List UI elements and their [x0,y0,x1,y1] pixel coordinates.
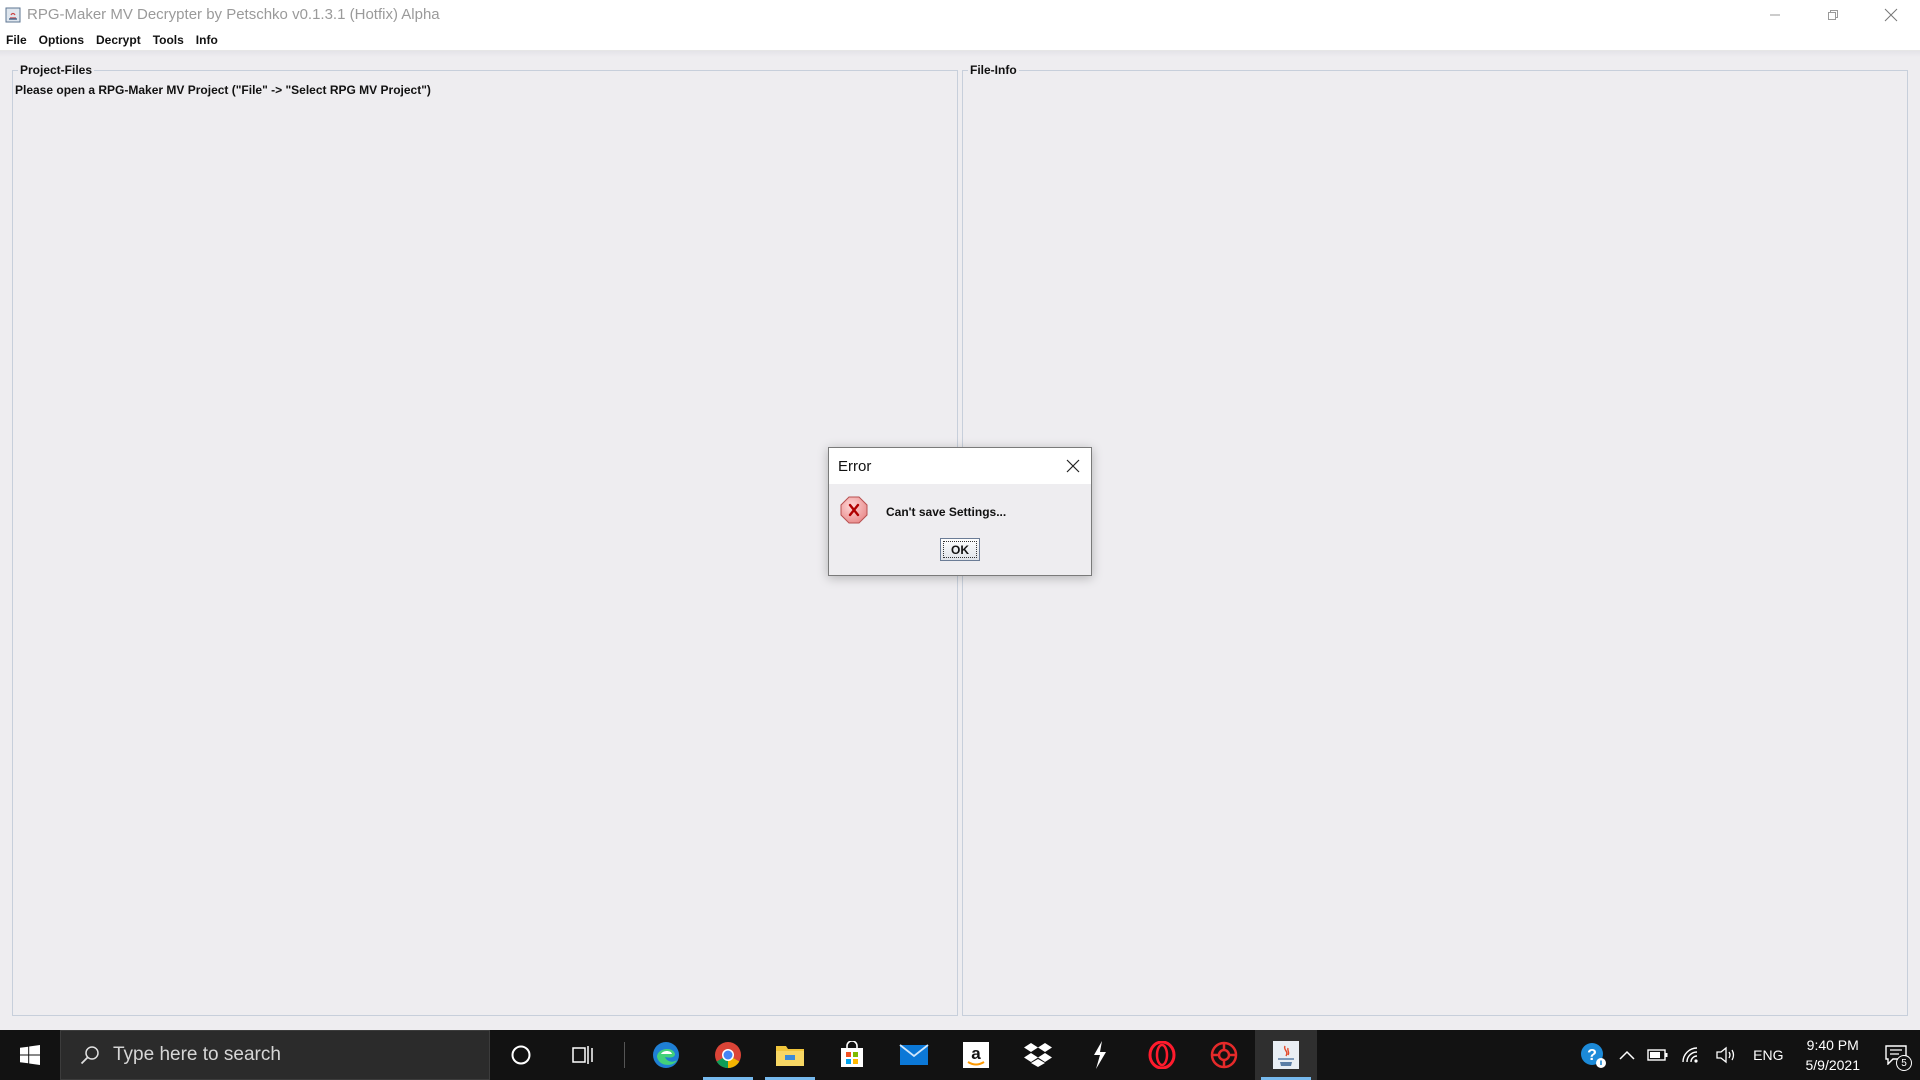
mail-icon [899,1044,929,1065]
project-files-panel[interactable]: Project-Files Please open a RPG-Maker MV… [12,63,958,1016]
chevron-up-icon [1619,1050,1635,1060]
dialog-message: Can't save Settings... [886,505,1007,519]
dialog-close-button[interactable] [1061,454,1085,478]
speaker-icon [1716,1046,1735,1064]
menu-info[interactable]: Info [190,33,224,47]
close-button[interactable] [1862,0,1920,29]
task-view-icon [572,1046,593,1064]
restore-icon [1828,9,1838,20]
notification-count-badge: 5 [1896,1055,1912,1071]
taskbar-opera[interactable] [1131,1030,1193,1080]
svg-text:a: a [971,1044,981,1063]
taskbar-chrome[interactable] [697,1030,759,1080]
taskbar-clock[interactable]: 9:40 PM 5/9/2021 [1794,1035,1873,1075]
minimize-button[interactable] [1746,0,1804,29]
menu-shadow [0,51,1920,57]
taskbar-separator [624,1042,625,1068]
taskbar-amazon[interactable]: a [945,1030,1007,1080]
red-gear-icon [1210,1041,1238,1069]
battery-tray-button[interactable] [1641,1030,1675,1080]
opera-icon [1148,1041,1176,1069]
ok-button[interactable]: OK [940,538,980,561]
taskbar-file-explorer[interactable] [759,1030,821,1080]
search-icon [69,1045,111,1065]
taskbar-mail[interactable] [883,1030,945,1080]
java-icon [1273,1041,1299,1069]
show-hidden-icons-button[interactable] [1613,1030,1641,1080]
clock-time: 9:40 PM [1806,1037,1859,1053]
taskbar-dropbox[interactable] [1007,1030,1069,1080]
taskbar-edge[interactable] [635,1030,697,1080]
input-language-indicator[interactable]: ENG [1743,1047,1793,1063]
help-icon: ? [1581,1043,1607,1068]
taskbar-red-app[interactable] [1193,1030,1255,1080]
action-center-button[interactable]: 5 [1872,1030,1920,1080]
project-files-title: Project-Files [18,63,95,77]
java-app-icon [4,6,22,24]
close-icon [1066,459,1080,473]
help-tray-button[interactable]: ? [1573,1030,1613,1080]
menu-tools[interactable]: Tools [147,33,190,47]
menu-decrypt[interactable]: Decrypt [90,33,147,47]
system-tray: ? ENG 9:40 PM 5/9/2021 5 [1573,1030,1920,1080]
windows-logo-icon [20,1045,40,1065]
file-info-panel: File-Info [962,63,1908,1016]
window-title: RPG-Maker MV Decrypter by Petschko v0.1.… [27,6,440,23]
store-icon [841,1041,863,1067]
volume-tray-button[interactable] [1709,1030,1743,1080]
chrome-icon [715,1042,741,1069]
window-titlebar[interactable]: RPG-Maker MV Decrypter by Petschko v0.1.… [0,0,1920,29]
error-x-icon [840,496,868,524]
cortana-button[interactable] [490,1030,552,1080]
cortana-icon [511,1045,531,1065]
svg-text:?: ? [1587,1047,1597,1064]
minimize-icon [1770,14,1780,15]
dialog-title: Error [838,457,872,475]
search-placeholder: Type here to search [113,1044,281,1065]
error-dialog: Error Can't save Settings... OK [828,447,1092,576]
file-explorer-icon [776,1046,804,1066]
menu-options[interactable]: Options [33,33,90,47]
taskbar: Type here to search a ? ENG 9:40 PM 5/9/… [0,1030,1920,1080]
task-view-button[interactable] [552,1030,614,1080]
open-project-hint: Please open a RPG-Maker MV Project ("Fil… [15,83,431,97]
lightning-icon [1094,1041,1106,1069]
restore-button[interactable] [1804,0,1862,29]
edge-icon [653,1042,679,1068]
taskbar-search-box[interactable]: Type here to search [60,1030,490,1080]
amazon-icon: a [963,1042,989,1068]
dialog-titlebar[interactable]: Error [829,448,1091,484]
menu-file[interactable]: File [0,33,33,47]
wifi-icon [1682,1047,1698,1063]
taskbar-java[interactable] [1255,1030,1317,1080]
file-info-title: File-Info [968,63,1019,77]
taskbar-lightning-app[interactable] [1069,1030,1131,1080]
menu-bar: File Options Decrypt Tools Info [0,29,1920,51]
taskbar-store[interactable] [821,1030,883,1080]
start-button[interactable] [0,1030,60,1080]
clock-date: 5/9/2021 [1805,1057,1861,1073]
battery-icon [1647,1049,1668,1061]
wifi-tray-button[interactable] [1675,1030,1709,1080]
close-icon [1884,8,1898,21]
dropbox-icon [1024,1043,1052,1067]
